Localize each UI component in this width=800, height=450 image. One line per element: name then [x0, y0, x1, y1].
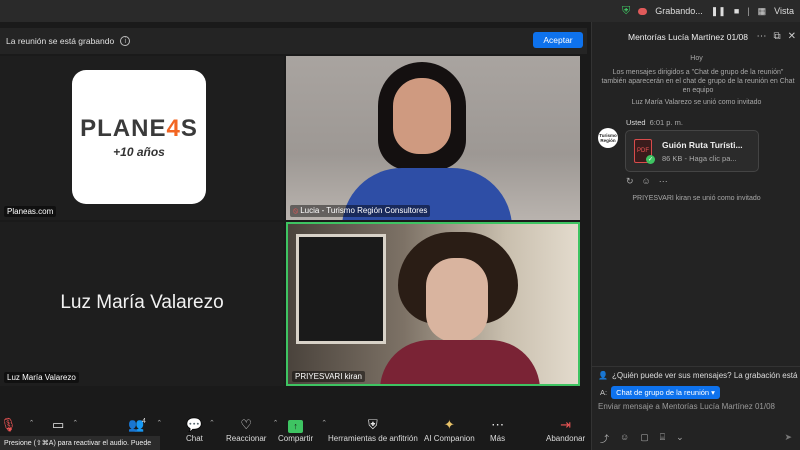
- mic-muted-icon: 🎙: [0, 417, 17, 432]
- recipient-row: A: Chat de grupo de la reunión ▾: [600, 386, 720, 399]
- recording-banner: La reunión se está grabando i Aceptar: [0, 28, 587, 54]
- video-button[interactable]: ▭ ⌃: [52, 416, 78, 434]
- reply-icon[interactable]: ↻: [626, 176, 634, 187]
- chat-panel: Mentorías Lucía Martínez 01/08 ⋯ ⧉ ✕ Hoy…: [591, 22, 800, 450]
- more-options-icon[interactable]: ⋯: [756, 31, 766, 42]
- shield-icon: ⛨: [368, 417, 378, 432]
- chat-title: Mentorías Lucía Martínez 01/08: [628, 32, 749, 42]
- video-tile-lucia[interactable]: ⦸ Lucia - Turismo Región Consultores: [286, 56, 580, 220]
- chevron-up-icon[interactable]: ⌃: [321, 419, 327, 427]
- mute-button[interactable]: 🎙 ⌃: [0, 416, 35, 434]
- mic-muted-icon: ⦸: [293, 206, 299, 215]
- chat-icon: 💬: [186, 417, 203, 432]
- chevron-up-icon[interactable]: ⌃: [29, 419, 35, 427]
- heart-icon: ♡: [240, 417, 253, 432]
- background-painting: [296, 234, 386, 344]
- share-icon: ↑: [288, 416, 304, 434]
- sparkle-icon: ✦: [443, 417, 455, 432]
- send-icon[interactable]: ➤: [784, 432, 792, 443]
- divider: |: [747, 6, 750, 16]
- logo-subtitle: +10 años: [113, 145, 165, 159]
- more-icon: ⋯: [491, 417, 505, 432]
- pause-icon[interactable]: ❚❚: [711, 6, 726, 17]
- chevron-down-icon[interactable]: ⌄: [676, 432, 684, 445]
- banner-text: La reunión se está grabando: [6, 36, 115, 46]
- chat-notice: Los mensajes dirigidos a "Chat de grupo …: [601, 69, 795, 94]
- emoji-icon[interactable]: ☺: [620, 432, 629, 445]
- reactions-button[interactable]: ♡ Reaccionar ⌃: [226, 416, 278, 443]
- message-visibility-bar[interactable]: 👤 ¿Quién puede ver sus mensajes? La grab…: [592, 366, 800, 384]
- file-info: 86 KB - Haga clic pa...: [662, 154, 737, 163]
- host-tools-button[interactable]: ⛨ Herramientas de anfitrión: [328, 416, 418, 443]
- message-meta: Usted 6:01 p. m.: [626, 118, 683, 127]
- share-button[interactable]: ↑ Compartir ⌃: [278, 416, 327, 443]
- participant-display-name: Luz María Valarezo: [60, 292, 224, 313]
- leave-icon: ⇥: [560, 417, 572, 432]
- recording-status[interactable]: Grabando...: [655, 6, 703, 16]
- close-icon[interactable]: ✕: [788, 31, 796, 42]
- message-input[interactable]: Enviar mensaje a Mentorías Lucía Martíne…: [598, 402, 775, 411]
- participant-name-label: Planeas.com: [4, 206, 57, 217]
- chevron-up-icon[interactable]: ⌃: [156, 419, 162, 427]
- message-actions: ↻ ☺ ⋯: [626, 176, 668, 187]
- code-icon[interactable]: ⌸: [660, 432, 665, 445]
- more-icon[interactable]: ⋯: [659, 176, 668, 187]
- participant-video-face: [393, 78, 451, 154]
- system-status-bar: ⛨ Grabando... ❚❚ ■ | ▦ Vista: [0, 0, 800, 22]
- check-icon: ✓: [646, 155, 655, 164]
- grid-icon[interactable]: ▦: [758, 6, 767, 17]
- participant-name-label: PRIYESVARI kiran: [292, 371, 365, 382]
- video-tile-planeas[interactable]: PLANE4S +10 años Planeas.com: [0, 56, 284, 220]
- logo-wordmark: PLANE4S: [80, 115, 198, 142]
- chat-button[interactable]: 💬 Chat ⌃: [186, 416, 215, 443]
- to-label: A:: [600, 388, 608, 397]
- chat-header: Mentorías Lucía Martínez 01/08 ⋯ ⧉ ✕: [592, 22, 800, 52]
- ai-companion-button[interactable]: ✦ AI Companion: [424, 416, 475, 443]
- avatar: Turismo Región: [598, 128, 618, 148]
- join-notification: PRIYESVARI kiran se unió como invitado: [632, 195, 761, 202]
- accept-button[interactable]: Aceptar: [533, 32, 583, 48]
- file-name: Guión Ruta Turísti...: [662, 140, 743, 150]
- compose-tools: ⤴ ☺ ▢ ⌸ ⌄: [600, 432, 684, 445]
- participant-count: 4: [142, 418, 146, 425]
- planeas-logo: PLANE4S +10 años: [72, 70, 206, 204]
- file-icon[interactable]: ▢: [640, 432, 649, 445]
- participant-video-face: [426, 258, 488, 342]
- emoji-react-icon[interactable]: ☺: [642, 176, 651, 187]
- participant-name-label: ⦸ Lucia - Turismo Región Consultores: [290, 205, 431, 217]
- screenshot-icon[interactable]: ⤴: [600, 432, 609, 445]
- stop-icon[interactable]: ■: [734, 6, 739, 16]
- pop-out-icon[interactable]: ⧉: [773, 31, 780, 42]
- video-tile-priyesvari[interactable]: PRIYESVARI kiran: [286, 222, 580, 386]
- audio-tooltip: Presione (⇧⌘A) para reactivar el audio. …: [0, 436, 160, 450]
- participants-button[interactable]: 👥 4 ⌃: [128, 416, 162, 434]
- chevron-up-icon[interactable]: ⌃: [209, 419, 215, 427]
- people-icon: 👤: [598, 371, 608, 380]
- chat-date-divider: Hoy: [690, 55, 703, 62]
- join-notification: Luz María Valarezo se unió como invitado: [631, 99, 762, 106]
- chevron-up-icon[interactable]: ⌃: [72, 419, 78, 427]
- participant-name-label: Luz María Valarezo: [4, 372, 79, 383]
- zoom-window: ⛨ Grabando... ❚❚ ■ | ▦ Vista La reunión …: [0, 0, 800, 450]
- recording-icon: [638, 7, 648, 15]
- more-button[interactable]: ⋯ Más: [490, 416, 505, 443]
- video-tile-luz-maria[interactable]: Luz María Valarezo Luz María Valarezo: [0, 222, 284, 386]
- recipient-select[interactable]: Chat de grupo de la reunión ▾: [611, 386, 720, 399]
- camera-icon: ▭: [52, 417, 65, 432]
- leave-button[interactable]: ⇥ Abandonar: [546, 416, 585, 443]
- shield-icon[interactable]: ⛨: [622, 5, 630, 18]
- info-icon[interactable]: i: [120, 36, 131, 46]
- file-attachment[interactable]: PDF ✓ Guión Ruta Turísti... 86 KB - Haga…: [625, 130, 759, 172]
- view-button[interactable]: Vista: [774, 6, 794, 16]
- participant-video-body: [380, 340, 540, 384]
